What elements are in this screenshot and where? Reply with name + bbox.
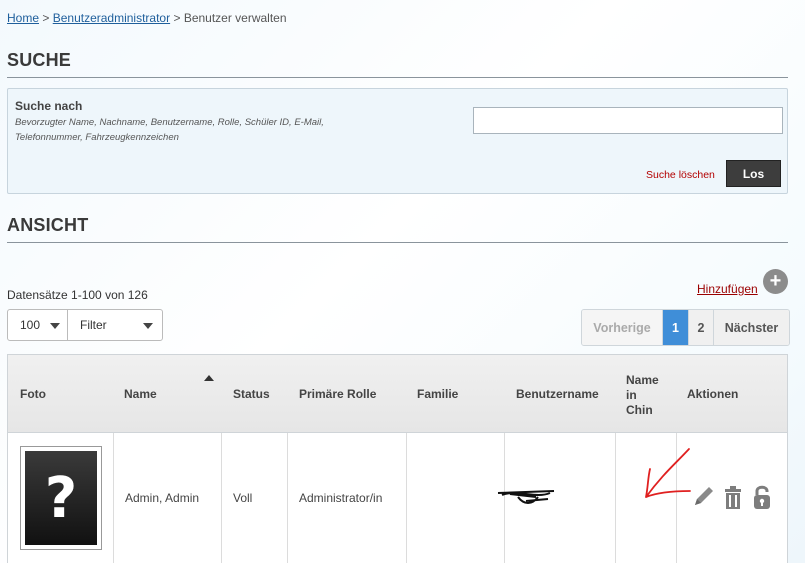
breadcrumb-separator: > xyxy=(173,11,181,25)
view-section-title: ANSICHT xyxy=(7,215,89,235)
pagination-page-2[interactable]: 2 xyxy=(689,310,714,345)
column-header-photo: Foto xyxy=(20,387,46,401)
cell-status: Voll xyxy=(233,491,253,505)
column-header-name-chinese[interactable]: Name in Chin xyxy=(626,373,666,418)
column-header-username[interactable]: Benutzername xyxy=(516,387,599,401)
search-panel: Suche nach Bevorzugter Name, Nachname, B… xyxy=(7,88,788,194)
column-header-actions: Aktionen xyxy=(687,387,739,401)
sort-ascending-icon[interactable] xyxy=(204,375,214,381)
pagination-prev-button[interactable]: Vorherige xyxy=(582,310,663,345)
column-divider xyxy=(221,433,222,563)
column-divider xyxy=(113,433,114,563)
cell-role: Administrator/in xyxy=(299,491,383,505)
breadcrumb-admin-link[interactable]: Benutzeradministrator xyxy=(53,11,170,25)
search-go-button[interactable]: Los xyxy=(726,160,781,187)
page-size-value: 100 xyxy=(20,318,41,332)
column-header-status[interactable]: Status xyxy=(233,387,270,401)
annotation-arrow xyxy=(645,448,691,498)
pencil-icon[interactable] xyxy=(691,483,717,511)
add-user-link[interactable]: Hinzufügen xyxy=(697,282,758,296)
chevron-down-icon xyxy=(143,323,153,329)
clear-search-link[interactable]: Suche löschen xyxy=(646,169,715,181)
unlock-icon[interactable] xyxy=(752,483,772,511)
section-divider xyxy=(7,77,788,78)
pagination-page-1[interactable]: 1 xyxy=(663,310,689,345)
search-hint: Bevorzugter Name, Nachname, Benutzername… xyxy=(15,117,324,143)
filter-label: Filter xyxy=(80,318,107,332)
column-divider xyxy=(406,433,407,563)
records-count: Datensätze 1-100 von 126 xyxy=(7,288,148,302)
question-mark-glyph: ? xyxy=(44,465,78,531)
column-divider xyxy=(287,433,288,563)
pagination-next-button[interactable]: Nächster xyxy=(714,310,789,345)
column-header-role[interactable]: Primäre Rolle xyxy=(299,387,376,401)
breadcrumb-home-link[interactable]: Home xyxy=(7,11,39,25)
search-input[interactable] xyxy=(473,107,783,134)
pagination: Vorherige 1 2 Nächster xyxy=(581,309,790,346)
plus-circle-icon[interactable]: + xyxy=(763,269,788,294)
breadcrumb-current: Benutzer verwalten xyxy=(183,11,287,25)
search-section-title: SUCHE xyxy=(7,50,72,70)
list-controls: 100 Filter xyxy=(7,309,163,341)
section-divider xyxy=(7,242,788,243)
breadcrumb-separator: > xyxy=(42,11,50,25)
breadcrumb: Home > Benutzeradministrator > Benutzer … xyxy=(7,11,287,25)
users-table: Foto Name Status Primäre Rolle Familie B… xyxy=(7,354,788,563)
search-label: Suche nach xyxy=(15,99,83,113)
filter-dropdown[interactable]: Filter xyxy=(68,310,162,340)
column-divider xyxy=(615,433,616,563)
avatar-placeholder-image: ? xyxy=(25,451,97,545)
chevron-down-icon xyxy=(50,323,60,329)
column-header-family[interactable]: Familie xyxy=(417,387,458,401)
table-header: Foto Name Status Primäre Rolle Familie B… xyxy=(8,355,787,433)
username-scribble xyxy=(497,490,555,504)
trash-icon[interactable] xyxy=(722,483,744,511)
page-size-select[interactable]: 100 xyxy=(8,310,68,340)
cell-name: Admin, Admin xyxy=(125,491,200,505)
avatar[interactable]: ? xyxy=(20,446,102,550)
column-header-name[interactable]: Name xyxy=(124,387,157,401)
